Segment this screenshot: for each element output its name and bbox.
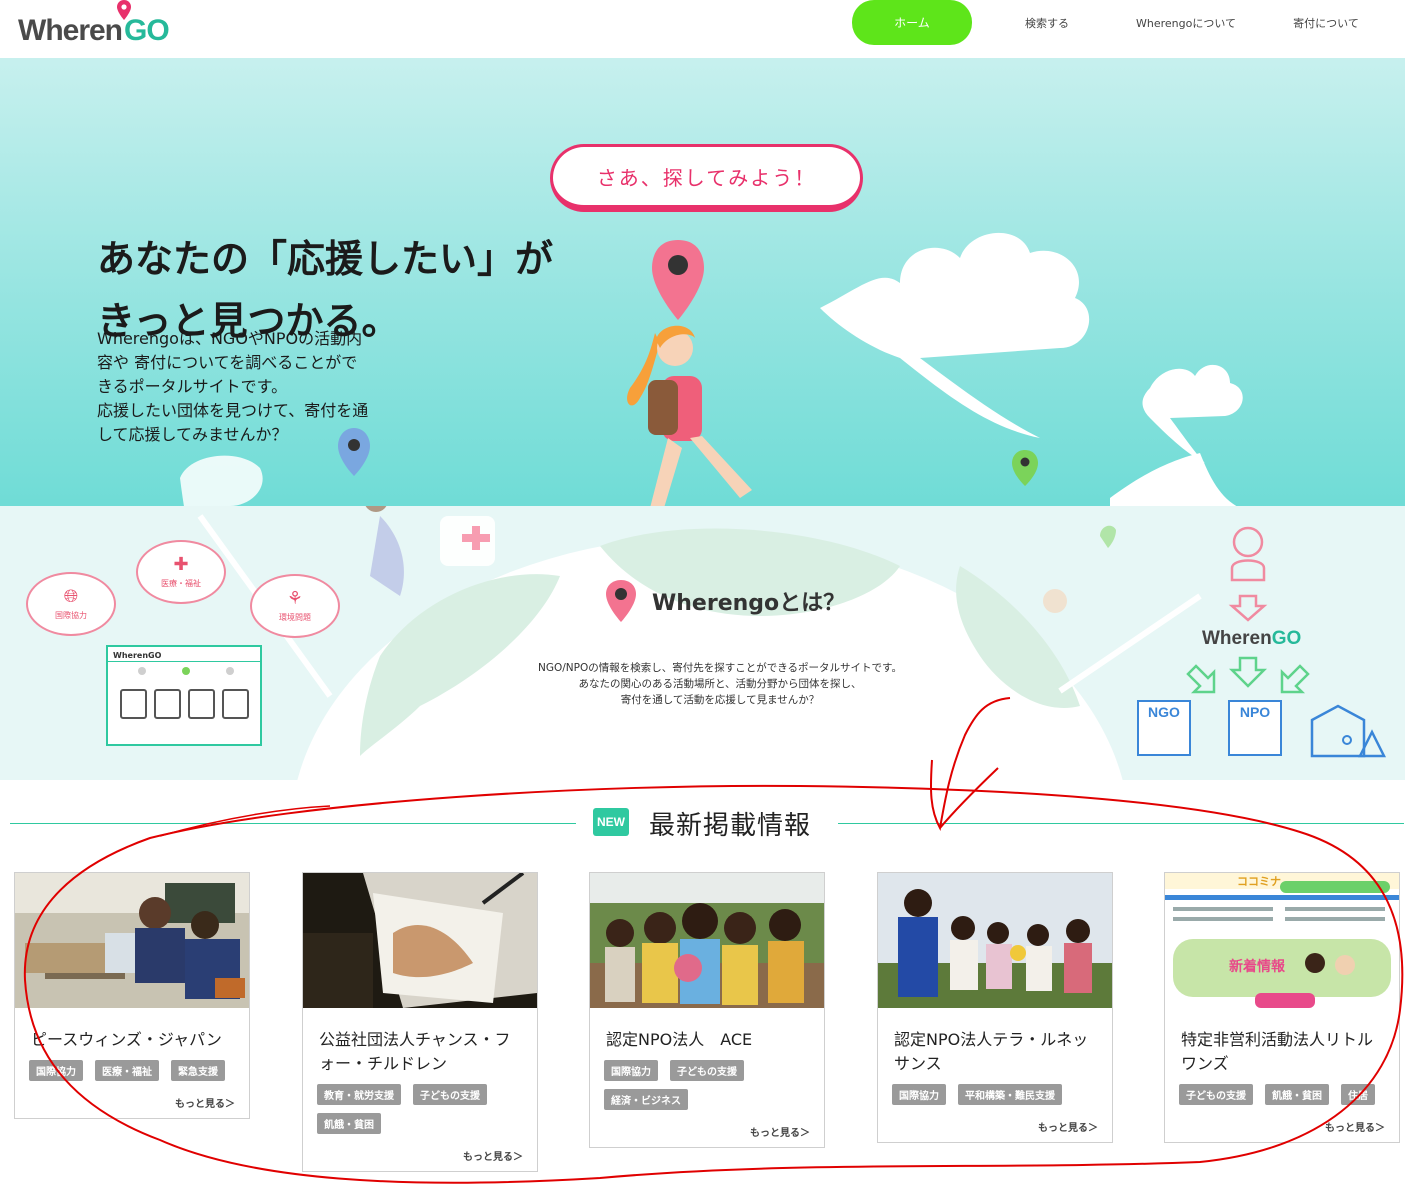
tag-list: 国際協力 医療・福祉 緊急支援 (29, 1060, 239, 1089)
bubble-label: 医療・福祉 (161, 578, 201, 588)
search-cta-button[interactable]: さあ、探してみよう！ (550, 144, 863, 212)
category-bubble-environment: ⚘ 環境問題 (250, 574, 340, 638)
about-line: あなたの関心のある活動場所と、活動分野から団体を探し、 (578, 678, 862, 690)
about-line: 寄付を通して活動を応援して見ませんか？ (620, 694, 820, 706)
org-photo (15, 873, 249, 1008)
read-more-link[interactable]: もっと見る＞ (15, 1089, 249, 1118)
read-more-link[interactable]: もっと見る＞ (1165, 1113, 1399, 1142)
bubble-label: 環境問題 (279, 612, 311, 622)
org-photo (590, 873, 824, 1008)
site-logo[interactable]: WherenGO (18, 0, 178, 50)
site-mockup-illustration: WherenGO (106, 645, 262, 746)
org-name[interactable]: ピースウィンズ・ジャパン (31, 1028, 235, 1052)
plant-icon: ⚘ (286, 587, 304, 609)
org-name[interactable]: 認定NPO法人 ACE (606, 1028, 810, 1052)
globe-icon: 🌐︎ (63, 585, 79, 607)
org-name[interactable]: 認定NPO法人テラ・ルネッ サンス (894, 1028, 1098, 1076)
org-name[interactable]: 特定非営利活動法人リトル ワンズ (1181, 1028, 1385, 1076)
hero-headline-line1: あなたの「応援したい」が (97, 237, 554, 281)
bubble-label: 国際協力 (55, 610, 87, 620)
category-tag[interactable]: 国際協力 (892, 1084, 946, 1105)
category-tag[interactable]: 国際協力 (604, 1060, 658, 1081)
org-photo: ココミナ 新着情報 (1165, 873, 1399, 1008)
intro-line: Wherengoは、NGOやNPOの活動内 (97, 329, 363, 348)
divider (10, 823, 576, 824)
news-section-title: 最新掲載情報 (649, 811, 812, 841)
category-tag[interactable]: 緊急支援 (171, 1060, 225, 1081)
intro-line: きるポータルサイトです。 (97, 377, 288, 396)
about-description: NGO/NPOの情報を検索し、寄付先を探すことができるポータルサイトです。 あな… (520, 660, 920, 708)
tag-list: 国際協力 平和構築・難民支援 (892, 1084, 1102, 1113)
map-pin-icon (606, 580, 636, 622)
npo-building-icon: NPO (1228, 700, 1282, 756)
category-tag[interactable]: 飢餓・貧困 (1265, 1084, 1329, 1105)
nav-home-button[interactable]: ホーム (852, 0, 972, 45)
intro-line: して応援してみませんか？ (97, 425, 288, 444)
org-name[interactable]: 公益社団法人チャンス・フ ォー・チルドレン (319, 1028, 523, 1076)
read-more-link[interactable]: もっと見る＞ (590, 1118, 824, 1147)
category-bubble-medical: ✚ 医療・福祉 (136, 540, 226, 604)
nav-search-link[interactable]: 検索する (972, 0, 1122, 45)
tag-list: 教育・就労支援 子どもの支援 飢餓・貧困 (317, 1084, 527, 1142)
tag-list: 国際協力 子どもの支援 経済・ビジネス (604, 1060, 814, 1118)
nav-about-link[interactable]: Wherengoについて (1122, 0, 1250, 45)
category-tag[interactable]: 子どもの支援 (413, 1084, 487, 1105)
about-title: Wherengoとは？ (652, 591, 846, 616)
intro-line: 容や 寄付についてを調べることがで (97, 353, 358, 372)
org-card[interactable]: 認定NPO法人 ACE 国際協力 子どもの支援 経済・ビジネス もっと見る＞ (589, 872, 825, 1148)
medical-cross-icon: ✚ (173, 553, 189, 575)
nav-donation-link[interactable]: 寄付について (1250, 0, 1402, 45)
org-card[interactable]: 認定NPO法人テラ・ルネッ サンス 国際協力 平和構築・難民支援 もっと見る＞ (877, 872, 1113, 1143)
hero-intro-text: Wherengoは、NGOやNPOの活動内 容や 寄付についてを調べることがで … (97, 327, 387, 447)
tag-list: 子どもの支援 飢餓・貧困 住居 (1179, 1084, 1389, 1113)
flow-logo: WherenGO (1202, 628, 1302, 649)
site-header: WherenGO ホーム 検索する Wherengoについて 寄付について (0, 0, 1405, 58)
ngo-building-icon: NGO (1137, 700, 1191, 756)
category-tag[interactable]: 経済・ビジネス (604, 1089, 688, 1110)
read-more-link[interactable]: もっと見る＞ (303, 1142, 537, 1171)
category-tag[interactable]: 平和構築・難民支援 (958, 1084, 1062, 1105)
main-nav: ホーム 検索する Wherengoについて 寄付について (852, 0, 1402, 45)
about-line: NGO/NPOの情報を検索し、寄付先を探すことができるポータルサイトです。 (538, 662, 902, 674)
thumbnail-site-banner: ココミナ (1237, 875, 1281, 888)
logo-main-text: Wheren (18, 14, 123, 47)
org-card[interactable]: 公益社団法人チャンス・フ ォー・チルドレン 教育・就労支援 子どもの支援 飢餓・… (302, 872, 538, 1172)
category-tag[interactable]: 住居 (1341, 1084, 1375, 1105)
category-tag[interactable]: 国際協力 (29, 1060, 83, 1081)
category-tag[interactable]: 子どもの支援 (1179, 1084, 1253, 1105)
org-photo (303, 873, 537, 1008)
thumbnail-headline: 新着情報 (1229, 958, 1286, 975)
org-card[interactable]: ココミナ 新着情報 特定非営利活動法人リトル ワンズ 子どもの支援 飢餓・貧困 … (1164, 872, 1400, 1143)
org-photo (878, 873, 1112, 1008)
mockup-logo: WherenGO (113, 651, 162, 660)
read-more-link[interactable]: もっと見る＞ (878, 1113, 1112, 1142)
category-tag[interactable]: 飢餓・貧困 (317, 1113, 381, 1134)
divider (838, 823, 1404, 824)
category-bubble-international: 🌐︎ 国際協力 (26, 572, 116, 636)
category-tag[interactable]: 教育・就労支援 (317, 1084, 401, 1105)
org-card[interactable]: ピースウィンズ・ジャパン 国際協力 医療・福祉 緊急支援 もっと見る＞ (14, 872, 250, 1119)
intro-line: 応援したい団体を見つけて、寄付を通 (97, 401, 369, 420)
map-pin-icon (117, 0, 131, 20)
new-badge: NEW (593, 808, 629, 836)
category-tag[interactable]: 子どもの支援 (670, 1060, 744, 1081)
category-tag[interactable]: 医療・福祉 (95, 1060, 159, 1081)
